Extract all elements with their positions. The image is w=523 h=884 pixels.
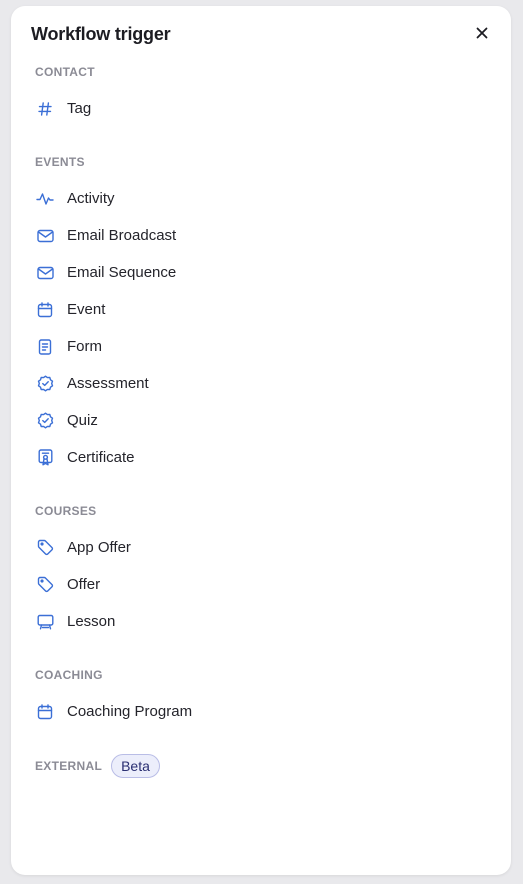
section-courses: COURSES App Offer Offer Lesson <box>35 503 487 640</box>
trigger-item-label: App Offer <box>67 539 131 556</box>
trigger-item-event[interactable]: Event <box>29 291 487 328</box>
badge-check-icon <box>35 411 55 431</box>
hash-icon <box>35 99 55 119</box>
tag-icon <box>35 575 55 595</box>
activity-icon <box>35 189 55 209</box>
presentation-icon <box>35 612 55 632</box>
trigger-item-email-broadcast[interactable]: Email Broadcast <box>29 217 487 254</box>
trigger-item-label: Form <box>67 338 102 355</box>
trigger-item-form[interactable]: Form <box>29 328 487 365</box>
close-icon <box>475 26 489 40</box>
section-coaching: COACHING Coaching Program <box>35 667 487 730</box>
trigger-item-label: Lesson <box>67 613 116 630</box>
trigger-item-label: Coaching Program <box>67 703 193 720</box>
trigger-item-coaching-program[interactable]: Coaching Program <box>29 693 487 730</box>
trigger-item-label: Tag <box>67 100 92 117</box>
mail-icon <box>35 226 55 246</box>
section-external: EXTERNAL Beta <box>35 754 487 778</box>
trigger-item-label: Event <box>67 301 106 318</box>
trigger-item-label: Offer <box>67 576 101 593</box>
mail-icon <box>35 263 55 283</box>
trigger-item-label: Email Sequence <box>67 264 177 281</box>
form-icon <box>35 337 55 357</box>
workflow-trigger-dialog: Workflow trigger CONTACT Tag EVENTS Acti… <box>11 6 511 875</box>
tag-icon <box>35 538 55 558</box>
section-contact: CONTACT Tag <box>35 64 487 127</box>
trigger-item-lesson[interactable]: Lesson <box>29 603 487 640</box>
close-button[interactable] <box>471 22 493 44</box>
section-label-external: EXTERNAL <box>35 759 103 773</box>
trigger-item-offer[interactable]: Offer <box>29 566 487 603</box>
calendar-icon <box>35 300 55 320</box>
trigger-item-label: Quiz <box>67 412 98 429</box>
dialog-title: Workflow trigger <box>31 24 171 44</box>
certificate-icon <box>35 448 55 468</box>
trigger-item-label: Activity <box>67 190 115 207</box>
section-label-events: EVENTS <box>35 155 85 169</box>
section-label-courses: COURSES <box>35 504 97 518</box>
trigger-item-assessment[interactable]: Assessment <box>29 365 487 402</box>
trigger-item-label: Assessment <box>67 375 149 392</box>
trigger-item-label: Certificate <box>67 449 135 466</box>
trigger-item-app-offer[interactable]: App Offer <box>29 529 487 566</box>
trigger-item-activity[interactable]: Activity <box>29 180 487 217</box>
trigger-item-certificate[interactable]: Certificate <box>29 439 487 476</box>
section-events: EVENTS Activity Email Broadcast Email Se… <box>35 154 487 476</box>
beta-badge: Beta <box>111 754 160 778</box>
trigger-item-quiz[interactable]: Quiz <box>29 402 487 439</box>
section-label-coaching: COACHING <box>35 668 103 682</box>
trigger-item-tag[interactable]: Tag <box>29 90 487 127</box>
trigger-item-email-sequence[interactable]: Email Sequence <box>29 254 487 291</box>
calendar-icon <box>35 702 55 722</box>
badge-check-icon <box>35 374 55 394</box>
section-label-contact: CONTACT <box>35 65 95 79</box>
trigger-item-label: Email Broadcast <box>67 227 177 244</box>
